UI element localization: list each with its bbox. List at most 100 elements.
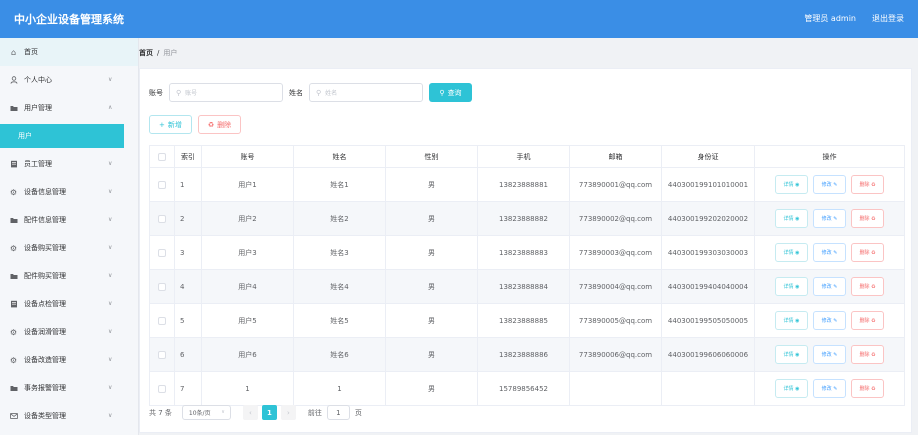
search-button-label: 查询 xyxy=(447,88,462,97)
sidebar-item-label: 个人中心 xyxy=(24,76,52,84)
edit-button[interactable]: 修改 ✎ xyxy=(813,277,846,296)
cell-select[interactable] xyxy=(149,201,175,236)
cell-idcard xyxy=(661,371,755,406)
edit-button[interactable]: 修改 ✎ xyxy=(813,311,846,330)
goto-label: 前往 xyxy=(307,408,322,417)
cell-account: 用户4 xyxy=(201,269,294,304)
cell-select[interactable] xyxy=(149,235,175,270)
row-checkbox[interactable] xyxy=(158,384,166,393)
sidebar-item-equipment-inspection[interactable]: 设备点检管理 ∨ xyxy=(0,290,138,318)
breadcrumb-separator: / xyxy=(157,49,160,57)
table-row: 4 用户4 姓名4 男 13823888884 773890004@qq.com 44030… xyxy=(149,269,905,304)
remove-button[interactable]: 删除 ♻ xyxy=(851,243,884,262)
main-area: 首页 / 用户 账号 ⚲ 账号 姓名 ⚲ 姓名 ⚲ 查询 + 新增 ♻ 删除 索… xyxy=(139,38,918,435)
edit-button[interactable]: 修改 ✎ xyxy=(813,243,846,262)
sidebar-item-profile[interactable]: 个人中心 ∨ xyxy=(0,66,138,94)
sidebar-item-equipment-lubrication[interactable]: ⚙ 设备润滑管理 ∨ xyxy=(0,318,138,346)
detail-button[interactable]: 详情 ◉ xyxy=(775,209,808,228)
cell-actions: 详情 ◉ 修改 ✎ 删除 ♻ xyxy=(754,167,905,202)
select-all-checkbox[interactable] xyxy=(158,152,166,161)
cell-name: 姓名6 xyxy=(293,337,386,372)
cell-select[interactable] xyxy=(149,371,175,406)
remove-button[interactable]: 删除 ♻ xyxy=(851,209,884,228)
breadcrumb-home[interactable]: 首页 xyxy=(139,49,153,57)
row-checkbox[interactable] xyxy=(158,180,166,189)
account-search-input[interactable]: ⚲ 账号 xyxy=(169,83,283,102)
cell-select[interactable] xyxy=(149,303,175,338)
next-page-button[interactable]: › xyxy=(280,405,296,420)
header-actions: 操作 xyxy=(754,145,905,168)
cell-phone: 13823888882 xyxy=(477,201,570,236)
view-icon: ◉ xyxy=(795,181,800,188)
cell-select[interactable] xyxy=(149,337,175,372)
chevron-down-icon: ∨ xyxy=(108,328,113,335)
sidebar-item-parts-purchase[interactable]: 配件购买管理 ∨ xyxy=(0,262,138,290)
remove-button-label: 删除 xyxy=(859,352,870,358)
trash-icon: ♻ xyxy=(871,351,876,358)
page-size-select[interactable]: 10条/页 ∨ xyxy=(181,405,231,420)
goto-page-input[interactable]: 1 xyxy=(326,405,350,420)
detail-button[interactable]: 详情 ◉ xyxy=(775,345,808,364)
row-checkbox[interactable] xyxy=(158,282,166,291)
detail-button[interactable]: 详情 ◉ xyxy=(775,175,808,194)
sidebar-item-user-management[interactable]: 用户管理 ∧ xyxy=(0,94,138,122)
pencil-icon: ✎ xyxy=(833,385,838,392)
cell-index: 4 xyxy=(174,269,202,304)
current-page[interactable]: 1 xyxy=(261,405,277,420)
remove-button[interactable]: 删除 ♻ xyxy=(851,379,884,398)
edit-button[interactable]: 修改 ✎ xyxy=(813,175,846,194)
search-button[interactable]: ⚲ 查询 xyxy=(429,83,472,102)
edit-button[interactable]: 修改 ✎ xyxy=(813,209,846,228)
cell-name: 姓名5 xyxy=(293,303,386,338)
app-title: 中小企业设备管理系统 xyxy=(14,13,124,26)
name-placeholder: 姓名 xyxy=(325,90,338,97)
cell-gender: 男 xyxy=(385,371,478,406)
view-icon: ◉ xyxy=(795,283,800,290)
sidebar-item-home[interactable]: ⌂ 首页 xyxy=(0,38,138,66)
cell-account: 用户2 xyxy=(201,201,294,236)
sidebar-item-employees[interactable]: 员工管理 ∨ xyxy=(0,150,138,178)
folder-icon xyxy=(9,104,18,113)
sidebar-item-equipment-type[interactable]: 设备类型管理 ∨ xyxy=(0,402,138,430)
header-select-all[interactable] xyxy=(149,145,175,168)
edit-button[interactable]: 修改 ✎ xyxy=(813,379,846,398)
sidebar-item-alarm-management[interactable]: 事务报警管理 ∨ xyxy=(0,374,138,402)
logout-link[interactable]: 退出登录 xyxy=(872,13,904,24)
row-actions: 详情 ◉ 修改 ✎ 删除 ♻ xyxy=(755,209,904,228)
delete-button[interactable]: ♻ 删除 xyxy=(197,115,242,134)
sidebar-item-users[interactable]: 用户 xyxy=(0,124,124,148)
add-button[interactable]: + 新增 xyxy=(149,115,192,134)
users-table: 索引 账号 姓名 性别 手机 邮箱 身份证 操作 1 用户1 姓名1 男 1382388… xyxy=(149,145,905,406)
edit-button-label: 修改 xyxy=(821,318,832,324)
sidebar-item-equipment-info[interactable]: ⚙ 设备信息管理 ∨ xyxy=(0,178,138,206)
row-checkbox[interactable] xyxy=(158,350,166,359)
detail-button[interactable]: 详情 ◉ xyxy=(775,243,808,262)
cell-select[interactable] xyxy=(149,167,175,202)
pencil-icon: ✎ xyxy=(833,317,838,324)
detail-button[interactable]: 详情 ◉ xyxy=(775,379,808,398)
cell-idcard: 440300199101010001 xyxy=(661,167,755,202)
row-checkbox[interactable] xyxy=(158,214,166,223)
search-form: 账号 ⚲ 账号 姓名 ⚲ 姓名 ⚲ 查询 xyxy=(149,83,472,102)
cell-email: 773890004@qq.com xyxy=(569,269,662,304)
trash-icon: ♻ xyxy=(207,120,215,129)
remove-button[interactable]: 删除 ♻ xyxy=(851,345,884,364)
remove-button[interactable]: 删除 ♻ xyxy=(851,175,884,194)
detail-button[interactable]: 详情 ◉ xyxy=(775,277,808,296)
remove-button[interactable]: 删除 ♻ xyxy=(851,277,884,296)
view-icon: ◉ xyxy=(795,215,800,222)
name-search-input[interactable]: ⚲ 姓名 xyxy=(309,83,423,102)
table-row: 1 用户1 姓名1 男 13823888881 773890001@qq.com 44030… xyxy=(149,167,905,202)
detail-button[interactable]: 详情 ◉ xyxy=(775,311,808,330)
row-checkbox[interactable] xyxy=(158,316,166,325)
remove-button[interactable]: 删除 ♻ xyxy=(851,311,884,330)
cell-phone: 13823888883 xyxy=(477,235,570,270)
edit-button[interactable]: 修改 ✎ xyxy=(813,345,846,364)
cell-select[interactable] xyxy=(149,269,175,304)
sidebar-item-equipment-modification[interactable]: ⚙ 设备改造管理 ∨ xyxy=(0,346,138,374)
prev-page-button[interactable]: ‹ xyxy=(242,405,258,420)
cell-gender: 男 xyxy=(385,303,478,338)
row-checkbox[interactable] xyxy=(158,248,166,257)
sidebar-item-equipment-purchase[interactable]: ⚙ 设备购买管理 ∨ xyxy=(0,234,138,262)
sidebar-item-parts-info[interactable]: 配件信息管理 ∨ xyxy=(0,206,138,234)
